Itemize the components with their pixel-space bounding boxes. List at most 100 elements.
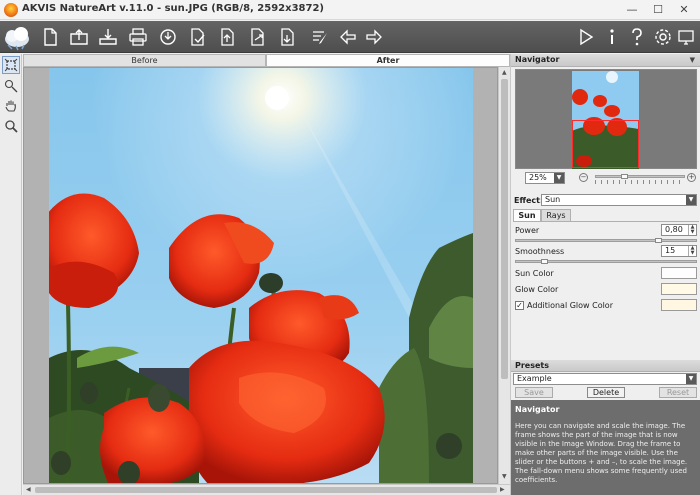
collapse-chevron-icon[interactable]: ▼ bbox=[690, 54, 695, 66]
info-button[interactable] bbox=[600, 25, 624, 49]
zoom-slider-track[interactable] bbox=[595, 175, 685, 178]
share-export-button[interactable] bbox=[246, 25, 270, 49]
new-file-icon bbox=[44, 28, 57, 46]
effect-dropdown[interactable]: Sun ▼ bbox=[541, 194, 697, 206]
navigator-visible-frame[interactable] bbox=[572, 120, 639, 168]
maximize-button[interactable]: ☐ bbox=[648, 2, 668, 18]
vertical-scrollbar[interactable]: ▲ ▼ bbox=[498, 67, 510, 484]
navigator-preview[interactable] bbox=[515, 69, 697, 169]
undo-button[interactable] bbox=[336, 25, 360, 49]
presets-header: Presets bbox=[511, 360, 700, 372]
additional-glow-color-swatch[interactable] bbox=[661, 299, 697, 311]
zoom-value: 25% bbox=[529, 173, 547, 182]
power-label: Power bbox=[515, 226, 540, 235]
window-title: AKVIS NatureArt v.11.0 - sun.JPG (RGB/8,… bbox=[22, 3, 324, 14]
horizontal-scroll-thumb[interactable] bbox=[35, 487, 497, 493]
glow-color-label: Glow Color bbox=[515, 285, 559, 294]
app-logo-icon bbox=[4, 3, 18, 17]
title-bar: AKVIS NatureArt v.11.0 - sun.JPG (RGB/8,… bbox=[0, 0, 700, 20]
save-file-icon bbox=[99, 29, 117, 45]
crop-frame-tool[interactable] bbox=[2, 56, 20, 74]
scroll-down-arrow-icon[interactable]: ▼ bbox=[502, 473, 507, 480]
smoothness-slider-thumb[interactable] bbox=[541, 259, 549, 264]
open-file-icon bbox=[70, 29, 88, 45]
tab-divider bbox=[513, 221, 699, 222]
dropdown-arrow-icon: ▼ bbox=[686, 374, 696, 384]
scroll-left-arrow-icon[interactable]: ◀ bbox=[26, 486, 31, 493]
export-button[interactable] bbox=[276, 25, 300, 49]
spin-arrows-icon[interactable]: ▲ ▼ bbox=[688, 225, 696, 235]
navigator-title: Navigator bbox=[515, 55, 560, 64]
zoom-in-button[interactable]: + bbox=[687, 173, 696, 182]
additional-glow-checkbox[interactable]: ✓ bbox=[515, 301, 524, 310]
monitor-icon bbox=[678, 30, 694, 45]
run-button[interactable] bbox=[574, 25, 598, 49]
smoothness-value: 15 bbox=[665, 246, 676, 255]
preferences-brush-icon bbox=[313, 31, 327, 44]
help-button[interactable] bbox=[625, 25, 649, 49]
poppies-sun-photo bbox=[49, 68, 473, 483]
minimize-button[interactable]: — bbox=[622, 2, 642, 18]
upload-button[interactable] bbox=[216, 25, 240, 49]
undo-arrow-icon bbox=[340, 29, 356, 45]
left-tool-palette bbox=[0, 54, 22, 495]
spin-arrows-icon[interactable]: ▲ ▼ bbox=[688, 246, 696, 256]
zoom-dropdown[interactable]: 25% ▼ bbox=[525, 172, 565, 184]
eyedropper-brush-tool[interactable] bbox=[2, 77, 20, 95]
power-input[interactable]: 0,80 ▲ ▼ bbox=[661, 224, 697, 236]
zoom-slider-ticks bbox=[595, 180, 685, 184]
presets-value: Example bbox=[517, 374, 552, 383]
dropdown-arrow-icon: ▼ bbox=[554, 173, 564, 183]
save-preset-button[interactable]: Save bbox=[515, 387, 553, 398]
monitor-button[interactable] bbox=[674, 25, 698, 49]
effect-value: Sun bbox=[545, 195, 561, 204]
sun-color-label: Sun Color bbox=[515, 269, 554, 278]
power-slider-thumb[interactable] bbox=[655, 238, 662, 243]
image-window[interactable] bbox=[23, 67, 498, 484]
share-button[interactable] bbox=[156, 25, 180, 49]
smoothness-label: Smoothness bbox=[515, 247, 565, 256]
close-button[interactable]: ✕ bbox=[674, 2, 694, 18]
vertical-scroll-thumb[interactable] bbox=[501, 79, 508, 379]
redo-button[interactable] bbox=[362, 25, 386, 49]
glow-color-swatch[interactable] bbox=[661, 283, 697, 295]
zoom-slider-thumb[interactable] bbox=[621, 174, 628, 179]
eyedropper-brush-icon bbox=[4, 79, 18, 93]
horizontal-scrollbar[interactable]: ◀ ▶ bbox=[23, 484, 510, 495]
preferences-brush-button[interactable] bbox=[308, 25, 332, 49]
new-file-button[interactable] bbox=[38, 25, 62, 49]
reset-preset-button[interactable]: Reset bbox=[659, 387, 697, 398]
delete-preset-button[interactable]: Delete bbox=[587, 387, 625, 398]
tab-before[interactable]: Before bbox=[23, 54, 266, 67]
share-icon bbox=[160, 29, 176, 45]
crop-frame-icon bbox=[4, 58, 18, 72]
tab-after[interactable]: After bbox=[266, 54, 510, 67]
print-icon bbox=[129, 28, 147, 46]
settings-button[interactable] bbox=[651, 25, 675, 49]
effect-label: Effect: bbox=[514, 196, 544, 205]
batch-processing-icon bbox=[191, 28, 205, 46]
zoom-tool[interactable] bbox=[2, 117, 20, 135]
zoom-out-button[interactable]: − bbox=[579, 173, 588, 182]
dropdown-arrow-icon: ▼ bbox=[686, 195, 696, 205]
hand-pan-tool[interactable] bbox=[2, 97, 20, 115]
smoothness-input[interactable]: 15 ▲ ▼ bbox=[661, 245, 697, 257]
run-play-icon bbox=[580, 28, 594, 46]
print-button[interactable] bbox=[126, 25, 150, 49]
presets-dropdown[interactable]: Example ▼ bbox=[513, 373, 697, 385]
scroll-right-arrow-icon[interactable]: ▶ bbox=[500, 486, 505, 493]
share-export-icon bbox=[251, 28, 264, 46]
info-icon bbox=[610, 29, 614, 44]
open-file-button[interactable] bbox=[67, 25, 91, 49]
save-file-button[interactable] bbox=[96, 25, 120, 49]
additional-glow-label: Additional Glow Color bbox=[527, 301, 613, 310]
export-icon bbox=[281, 28, 294, 46]
batch-processing-button[interactable] bbox=[186, 25, 210, 49]
help-icon bbox=[632, 28, 642, 46]
navigator-header[interactable]: Navigator ▼ bbox=[511, 54, 700, 67]
processed-photo bbox=[49, 68, 473, 483]
redo-arrow-icon bbox=[366, 29, 382, 45]
scroll-up-arrow-icon[interactable]: ▲ bbox=[502, 69, 507, 76]
sun-color-swatch[interactable] bbox=[661, 267, 697, 279]
power-slider-track[interactable] bbox=[515, 239, 697, 242]
